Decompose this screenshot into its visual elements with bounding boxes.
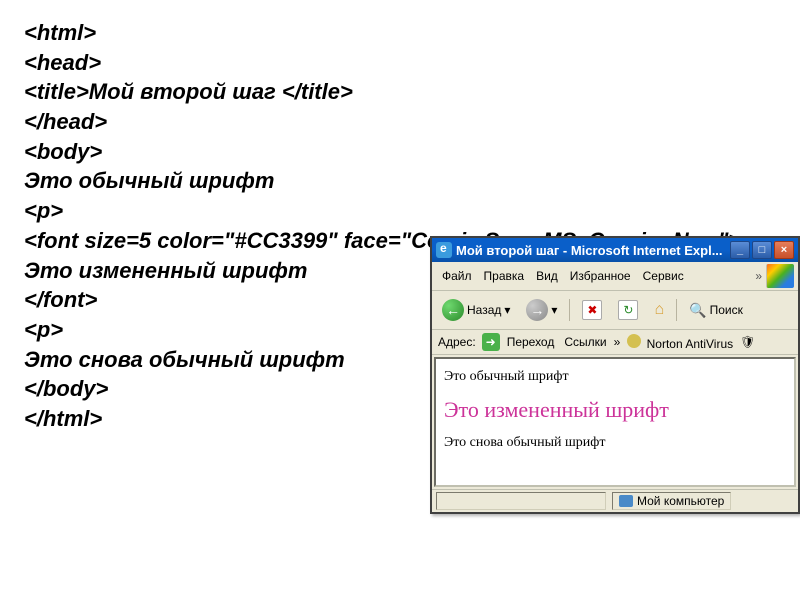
- menu-overflow-icon[interactable]: »: [755, 269, 762, 283]
- menu-edit[interactable]: Правка: [478, 267, 531, 285]
- status-section: [436, 492, 606, 510]
- menu-favorites[interactable]: Избранное: [564, 267, 637, 285]
- address-label: Адрес:: [436, 335, 478, 349]
- status-text: Мой компьютер: [637, 494, 724, 508]
- code-line: <head>: [24, 48, 776, 78]
- back-label: Назад: [467, 303, 501, 317]
- browser-content: Это обычный шрифт Это измененный шрифт Э…: [434, 357, 796, 487]
- links-label[interactable]: Ссылки: [561, 335, 609, 349]
- back-button[interactable]: ← Назад ▾: [436, 295, 516, 325]
- search-label: Поиск: [710, 303, 743, 317]
- menubar: Файл Правка Вид Избранное Сервис »: [432, 262, 798, 291]
- window-title: Мой второй шаг - Microsoft Internet Expl…: [456, 243, 730, 258]
- ie-icon: [436, 242, 452, 258]
- home-button[interactable]: ⌂: [648, 297, 670, 323]
- menu-view[interactable]: Вид: [530, 267, 564, 285]
- home-icon: ⌂: [654, 301, 664, 319]
- minimize-button[interactable]: _: [730, 241, 750, 259]
- separator: [569, 299, 570, 321]
- norton-icon: [627, 334, 641, 348]
- search-icon: 🔍: [689, 302, 706, 319]
- stop-icon: ✖: [582, 300, 602, 320]
- go-label[interactable]: Переход: [504, 335, 558, 349]
- browser-window: Мой второй шаг - Microsoft Internet Expl…: [430, 236, 800, 514]
- code-line: </head>: [24, 107, 776, 137]
- rendered-text-normal: Это снова обычный шрифт: [444, 435, 786, 451]
- refresh-button[interactable]: ↻: [612, 296, 644, 324]
- links-chevron-icon[interactable]: »: [614, 335, 621, 349]
- stop-button[interactable]: ✖: [576, 296, 608, 324]
- forward-button[interactable]: → ▾: [520, 295, 563, 325]
- code-line: Это обычный шрифт: [24, 166, 776, 196]
- maximize-button[interactable]: □: [752, 241, 772, 259]
- computer-icon: [619, 495, 633, 507]
- rendered-text-styled: Это измененный шрифт: [444, 397, 786, 423]
- back-arrow-icon: ←: [442, 299, 464, 321]
- code-line: <body>: [24, 137, 776, 167]
- close-button[interactable]: ×: [774, 241, 794, 259]
- dropdown-icon: ▾: [504, 303, 510, 317]
- refresh-icon: ↻: [618, 300, 638, 320]
- menu-tools[interactable]: Сервис: [637, 267, 690, 285]
- toolbar: ← Назад ▾ → ▾ ✖ ↻ ⌂ 🔍 Поиск: [432, 291, 798, 330]
- norton-chevron-icon[interactable]: 🛡: [740, 335, 755, 349]
- windows-flag-icon: [766, 264, 794, 288]
- dropdown-icon: ▾: [551, 303, 557, 317]
- rendered-text-normal: Это обычный шрифт: [444, 369, 786, 385]
- search-button[interactable]: 🔍 Поиск: [683, 298, 749, 323]
- norton-link[interactable]: Norton AntiVirus: [624, 334, 736, 351]
- separator: [676, 299, 677, 321]
- go-icon[interactable]: ➜: [482, 333, 500, 351]
- forward-arrow-icon: →: [526, 299, 548, 321]
- code-line: <title>Мой второй шаг </title>: [24, 77, 776, 107]
- titlebar[interactable]: Мой второй шаг - Microsoft Internet Expl…: [432, 238, 798, 262]
- menu-file[interactable]: Файл: [436, 267, 478, 285]
- addressbar: Адрес: ➜ Переход Ссылки » Norton AntiVir…: [432, 330, 798, 355]
- code-line: <p>: [24, 196, 776, 226]
- status-zone: Мой компьютер: [612, 492, 731, 510]
- code-line: <html>: [24, 18, 776, 48]
- statusbar: Мой компьютер: [432, 489, 798, 512]
- norton-label: Norton AntiVirus: [647, 337, 734, 351]
